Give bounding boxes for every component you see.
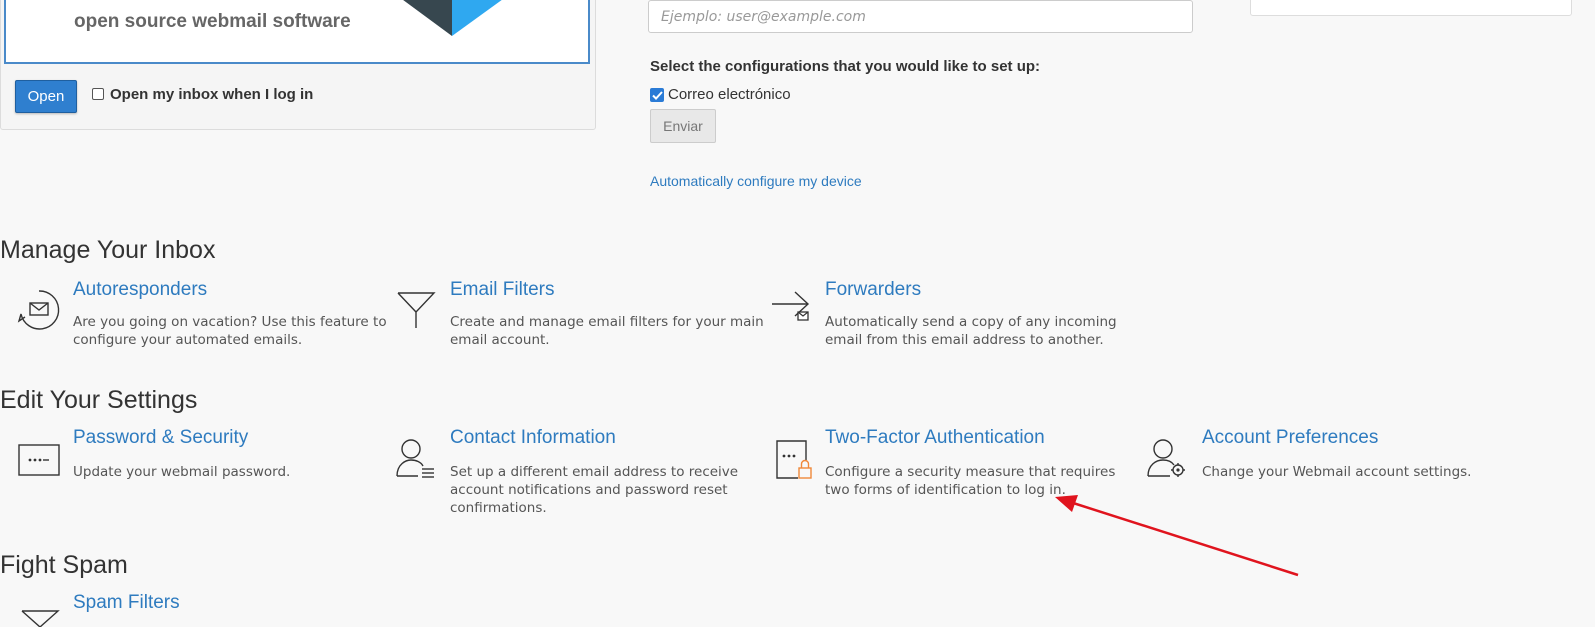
email-input[interactable]: Ejemplo: user@example.com	[648, 0, 1193, 33]
correo-label: Correo electrónico	[668, 86, 791, 103]
forwarders-desc: Automatically send a copy of any incomin…	[825, 313, 1117, 349]
spam-filters-link[interactable]: Spam Filters	[73, 592, 180, 614]
two-factor-auth-link[interactable]: Two-Factor Authentication	[825, 427, 1045, 449]
email-filters-desc: Create and manage email filters for your…	[450, 313, 764, 349]
correo-checkbox[interactable]	[650, 88, 664, 102]
open-inbox-label: Open my inbox when I log in	[110, 86, 314, 103]
desc-line: account notifications and password reset	[450, 482, 728, 498]
fight-spam-title: Fight Spam	[0, 551, 128, 579]
device-lock-icon	[776, 440, 812, 479]
auto-config-link[interactable]: Automatically configure my device	[650, 173, 862, 189]
manage-inbox-title: Manage Your Inbox	[0, 236, 216, 264]
checkmark-icon	[651, 90, 663, 100]
contact-information-desc: Set up a different email address to rece…	[450, 463, 738, 517]
email-filters-link[interactable]: Email Filters	[450, 279, 555, 301]
autoresponders-link[interactable]: Autoresponders	[73, 279, 207, 301]
password-security-desc: Update your webmail password.	[73, 463, 290, 481]
desc-line: configure your automated emails.	[73, 332, 303, 348]
user-list-icon	[396, 439, 434, 478]
autoresponders-desc: Are you going on vacation? Use this feat…	[73, 313, 387, 349]
password-dots-icon	[18, 444, 60, 476]
desc-line: Automatically send a copy of any incomin…	[825, 314, 1117, 330]
funnel-icon	[397, 292, 436, 328]
desc-line: Set up a different email address to rece…	[450, 464, 739, 480]
desc-line: confirmations.	[450, 500, 547, 516]
desc-line: two forms of identification to log in.	[825, 482, 1066, 498]
webmail-logo-icon	[403, 0, 502, 36]
envelope-circle-icon	[17, 290, 60, 330]
forwarders-link[interactable]: Forwarders	[825, 279, 921, 301]
two-factor-auth-desc: Configure a security measure that requir…	[825, 463, 1115, 499]
edit-settings-title: Edit Your Settings	[0, 386, 198, 414]
account-preferences-desc: Change your Webmail account settings.	[1202, 463, 1471, 481]
open-webmail-button[interactable]: Open	[15, 80, 77, 113]
account-preferences-link[interactable]: Account Preferences	[1202, 427, 1378, 449]
funnel-icon	[21, 610, 60, 627]
right-panel	[1250, 0, 1572, 16]
desc-line: Create and manage email filters for your…	[450, 314, 764, 330]
desc-line: email from this email address to another…	[825, 332, 1104, 348]
enviar-button[interactable]: Enviar	[650, 109, 716, 143]
desc-line: Configure a security measure that requir…	[825, 464, 1116, 480]
desc-line: Change your Webmail account settings.	[1202, 464, 1472, 480]
webmail-tagline: open source webmail software	[74, 11, 351, 32]
password-security-link[interactable]: Password & Security	[73, 427, 248, 449]
desc-line: email account.	[450, 332, 550, 348]
contact-information-link[interactable]: Contact Information	[450, 427, 616, 449]
forward-arrow-envelope-icon	[772, 291, 810, 321]
desc-line: Are you going on vacation? Use this feat…	[73, 314, 387, 330]
user-gear-icon	[1147, 439, 1185, 477]
config-heading: Select the configurations that you would…	[650, 58, 1041, 75]
desc-line: Update your webmail password.	[73, 464, 291, 480]
open-inbox-checkbox[interactable]	[92, 88, 104, 100]
